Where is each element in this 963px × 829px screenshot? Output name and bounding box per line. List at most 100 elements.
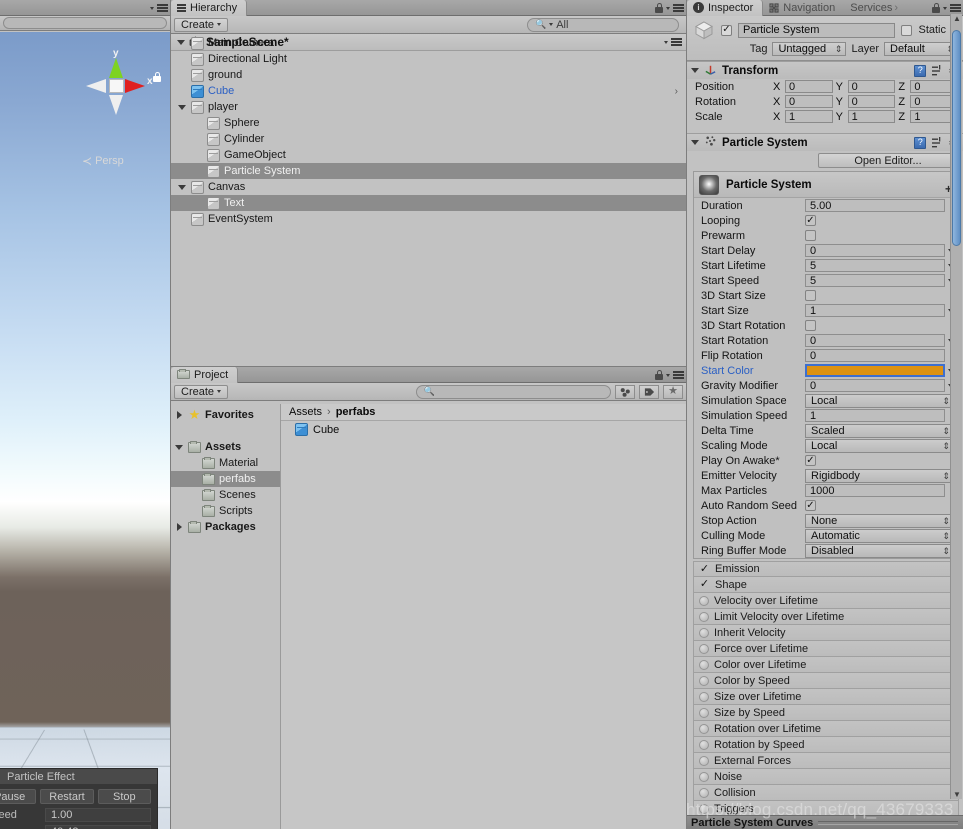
ps-prop-input[interactable]: 1000 [805, 484, 945, 497]
hierarchy-item-particle-system[interactable]: Particle System [171, 163, 686, 179]
scene-projection-mode[interactable]: ≺ Persp [82, 154, 124, 168]
ps-prop-checkbox[interactable]: ✓ [805, 455, 816, 466]
ps-module-force-over-lifetime[interactable]: Force over Lifetime [693, 641, 959, 657]
ps-prop-input[interactable]: 0 [805, 379, 945, 392]
hierarchy-item-cube[interactable]: Cube › [171, 83, 686, 99]
object-enabled-checkbox[interactable]: ✓ [721, 24, 732, 36]
project-content-area[interactable]: Assets › perfabs Cube [281, 404, 686, 829]
static-checkbox[interactable] [901, 24, 913, 36]
pause-button[interactable]: Pause [0, 789, 37, 804]
start-color-swatch[interactable] [805, 364, 945, 377]
module-enabled-checkbox[interactable]: ✓ [699, 579, 710, 590]
lock-icon[interactable] [655, 370, 663, 380]
chevron-down-icon[interactable] [177, 102, 187, 112]
hierarchy-create-button[interactable]: Create [174, 17, 229, 32]
hierarchy-item-cylinder[interactable]: Cylinder [171, 131, 686, 147]
hierarchy-item-player[interactable]: player [171, 99, 686, 115]
module-disabled-toggle[interactable] [699, 595, 709, 606]
object-name-input[interactable]: Particle System [738, 22, 896, 38]
module-disabled-toggle[interactable] [699, 755, 709, 766]
tag-dropdown[interactable]: Untagged ⇕ [772, 42, 847, 56]
chevron-down-icon[interactable] [174, 444, 184, 450]
module-disabled-toggle[interactable] [699, 771, 709, 782]
ps-module-rotation-over-lifetime[interactable]: Rotation over Lifetime [693, 721, 959, 737]
project-create-button[interactable]: Create [174, 384, 229, 399]
module-enabled-checkbox[interactable]: ✓ [699, 563, 710, 575]
particle-speed-value[interactable]: 1.00 [45, 807, 151, 822]
particle-system-component-header[interactable]: Particle System ? ⚙ [687, 134, 963, 151]
module-disabled-toggle[interactable] [699, 659, 709, 670]
transform-scale-y-input[interactable]: 1 [847, 110, 896, 123]
inspector-scrollbar[interactable]: ▲ ▼ [950, 14, 962, 799]
chevron-right-icon[interactable] [174, 523, 184, 531]
ps-prop-dropdown[interactable]: Rigidbody ⇕ [805, 468, 954, 483]
tab-project[interactable]: Project [171, 366, 239, 383]
ps-module-limit-velocity-over-lifetime[interactable]: Limit Velocity over Lifetime [693, 609, 959, 625]
ps-prop-dropdown[interactable]: Local ⇕ [805, 393, 954, 408]
project-folder-perfabs[interactable]: perfabs [171, 471, 280, 487]
breadcrumb-assets[interactable]: Assets [289, 406, 322, 418]
layer-dropdown[interactable]: Default ⇕ [884, 42, 958, 56]
asset-item[interactable]: Cube [281, 421, 686, 438]
hierarchy-tab-options[interactable] [655, 0, 684, 16]
particle-time-value[interactable]: 40.43 [45, 824, 151, 829]
ps-prop-checkbox[interactable] [805, 290, 816, 301]
restart-button[interactable]: Restart [40, 789, 94, 804]
transform-scale-x-input[interactable]: 1 [785, 110, 833, 123]
particle-system-curves-bar[interactable]: Particle System Curves [687, 815, 963, 829]
stop-button[interactable]: Stop [97, 789, 151, 804]
module-disabled-toggle[interactable] [699, 723, 709, 734]
hierarchy-item-eventsystem[interactable]: EventSystem [171, 211, 686, 227]
ps-prop-input[interactable]: 0 [805, 244, 945, 257]
ps-prop-input[interactable]: 0 [805, 334, 945, 347]
hierarchy-item-sphere[interactable]: Sphere [171, 115, 686, 131]
filter-by-label-button[interactable] [639, 384, 659, 399]
chevron-right-icon[interactable] [174, 411, 184, 419]
project-folder-material[interactable]: Material [171, 455, 280, 471]
ps-module-emission[interactable]: ✓ Emission [693, 561, 959, 577]
ps-module-external-forces[interactable]: External Forces [693, 753, 959, 769]
scene-search-input[interactable] [3, 17, 167, 29]
hierarchy-item-ground[interactable]: ground [171, 67, 686, 83]
tab-hierarchy[interactable]: Hierarchy [171, 0, 248, 16]
open-editor-button[interactable]: Open Editor... [818, 153, 958, 168]
hierarchy-item-directional-light[interactable]: Directional Light [171, 51, 686, 67]
project-folder-favorites[interactable]: ★ Favorites [171, 407, 280, 423]
hierarchy-search-input[interactable]: 🔍 All [527, 17, 679, 32]
particle-system-module-header[interactable]: Particle System + [694, 172, 958, 198]
help-icon[interactable]: ? [914, 64, 927, 77]
module-disabled-toggle[interactable] [699, 627, 709, 638]
ps-module-size-by-speed[interactable]: Size by Speed [693, 705, 959, 721]
ps-prop-dropdown[interactable]: Disabled ⇕ [805, 543, 954, 558]
ps-module-shape[interactable]: ✓ Shape [693, 577, 959, 593]
ps-prop-checkbox[interactable] [805, 230, 816, 241]
hierarchy-item-gameobject[interactable]: GameObject [171, 147, 686, 163]
ps-module-velocity-over-lifetime[interactable]: Velocity over Lifetime [693, 593, 959, 609]
ps-prop-dropdown[interactable]: Scaled ⇕ [805, 423, 954, 438]
ps-module-size-over-lifetime[interactable]: Size over Lifetime [693, 689, 959, 705]
lock-icon[interactable] [655, 3, 663, 13]
chevron-down-icon[interactable] [691, 140, 699, 145]
ps-prop-input[interactable]: 5 [805, 259, 945, 272]
preset-icon[interactable] [931, 136, 943, 149]
project-folder-scenes[interactable]: Scenes [171, 487, 280, 503]
ps-prop-input[interactable]: 0 [805, 349, 945, 362]
project-folder-scripts[interactable]: Scripts [171, 503, 280, 519]
transform-rotation-y-input[interactable]: 0 [847, 95, 896, 108]
ps-prop-dropdown[interactable]: None ⇕ [805, 513, 954, 528]
module-disabled-toggle[interactable] [699, 787, 709, 798]
tab-services[interactable]: Services [844, 0, 894, 16]
ps-module-collision[interactable]: Collision [693, 785, 959, 801]
hierarchy-item-main-camera[interactable]: Main Camera [171, 35, 686, 51]
module-disabled-toggle[interactable] [699, 707, 709, 718]
ps-prop-checkbox[interactable]: ✓ [805, 500, 816, 511]
scene-view-gizmo[interactable]: y x [80, 48, 153, 122]
scroll-up-icon[interactable]: ▲ [953, 14, 961, 23]
chevron-down-icon[interactable] [177, 182, 187, 192]
hierarchy-item-text[interactable]: Text [171, 195, 686, 211]
filter-by-type-button[interactable] [615, 384, 635, 399]
project-folder-assets[interactable]: Assets [171, 439, 280, 455]
lock-icon[interactable] [932, 3, 940, 13]
hierarchy-item-canvas[interactable]: Canvas [171, 179, 686, 195]
module-disabled-toggle[interactable] [699, 611, 709, 622]
